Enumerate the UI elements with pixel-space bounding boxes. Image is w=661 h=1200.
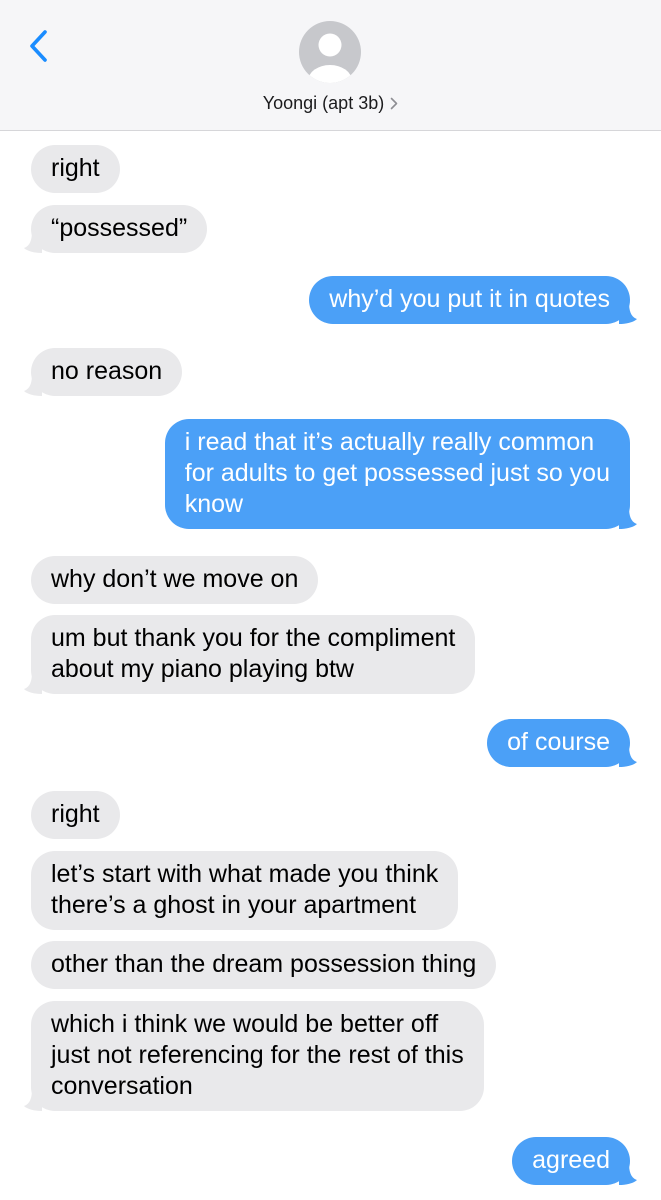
contact-name: Yoongi (apt 3b): [262, 92, 385, 113]
bubble-tail: [24, 672, 42, 694]
message-bubble-outgoing[interactable]: of course: [487, 719, 637, 767]
chevron-right-icon: [390, 97, 398, 110]
message-bubble-incoming[interactable]: right: [31, 145, 120, 193]
message-bubble-incoming[interactable]: why don’t we move on: [31, 556, 319, 604]
contact-avatar[interactable]: [299, 21, 361, 83]
bubble-tail: [24, 1089, 42, 1111]
message-bubble-incoming[interactable]: um but thank you for the compliment abou…: [24, 615, 476, 694]
bubble-tail: [24, 374, 42, 396]
person-silhouette-icon: [308, 33, 352, 83]
chevron-left-icon: [30, 30, 47, 62]
back-button[interactable]: [22, 26, 56, 66]
message-bubble-incoming[interactable]: other than the dream possession thing: [31, 941, 497, 989]
message-bubble-incoming[interactable]: no reason: [24, 348, 183, 396]
message-bubble-incoming[interactable]: let’s start with what made you think the…: [31, 851, 459, 930]
message-bubble-outgoing[interactable]: why’d you put it in quotes: [309, 276, 637, 324]
message-bubble-incoming[interactable]: right: [31, 791, 120, 839]
message-bubble-outgoing[interactable]: i read that it’s actually really common …: [164, 419, 637, 529]
bubble-tail: [619, 302, 637, 324]
message-bubble-incoming[interactable]: which i think we would be better off jus…: [24, 1001, 484, 1111]
bubble-tail: [619, 507, 637, 529]
conversation-header: Yoongi (apt 3b): [0, 0, 661, 131]
message-bubble-outgoing[interactable]: agreed: [512, 1137, 637, 1185]
message-bubble-incoming[interactable]: “possessed”: [24, 205, 208, 253]
contact-details-link[interactable]: Yoongi (apt 3b): [0, 90, 661, 116]
bubble-tail: [619, 745, 637, 767]
bubble-tail: [24, 231, 42, 253]
bubble-tail: [619, 1163, 637, 1185]
